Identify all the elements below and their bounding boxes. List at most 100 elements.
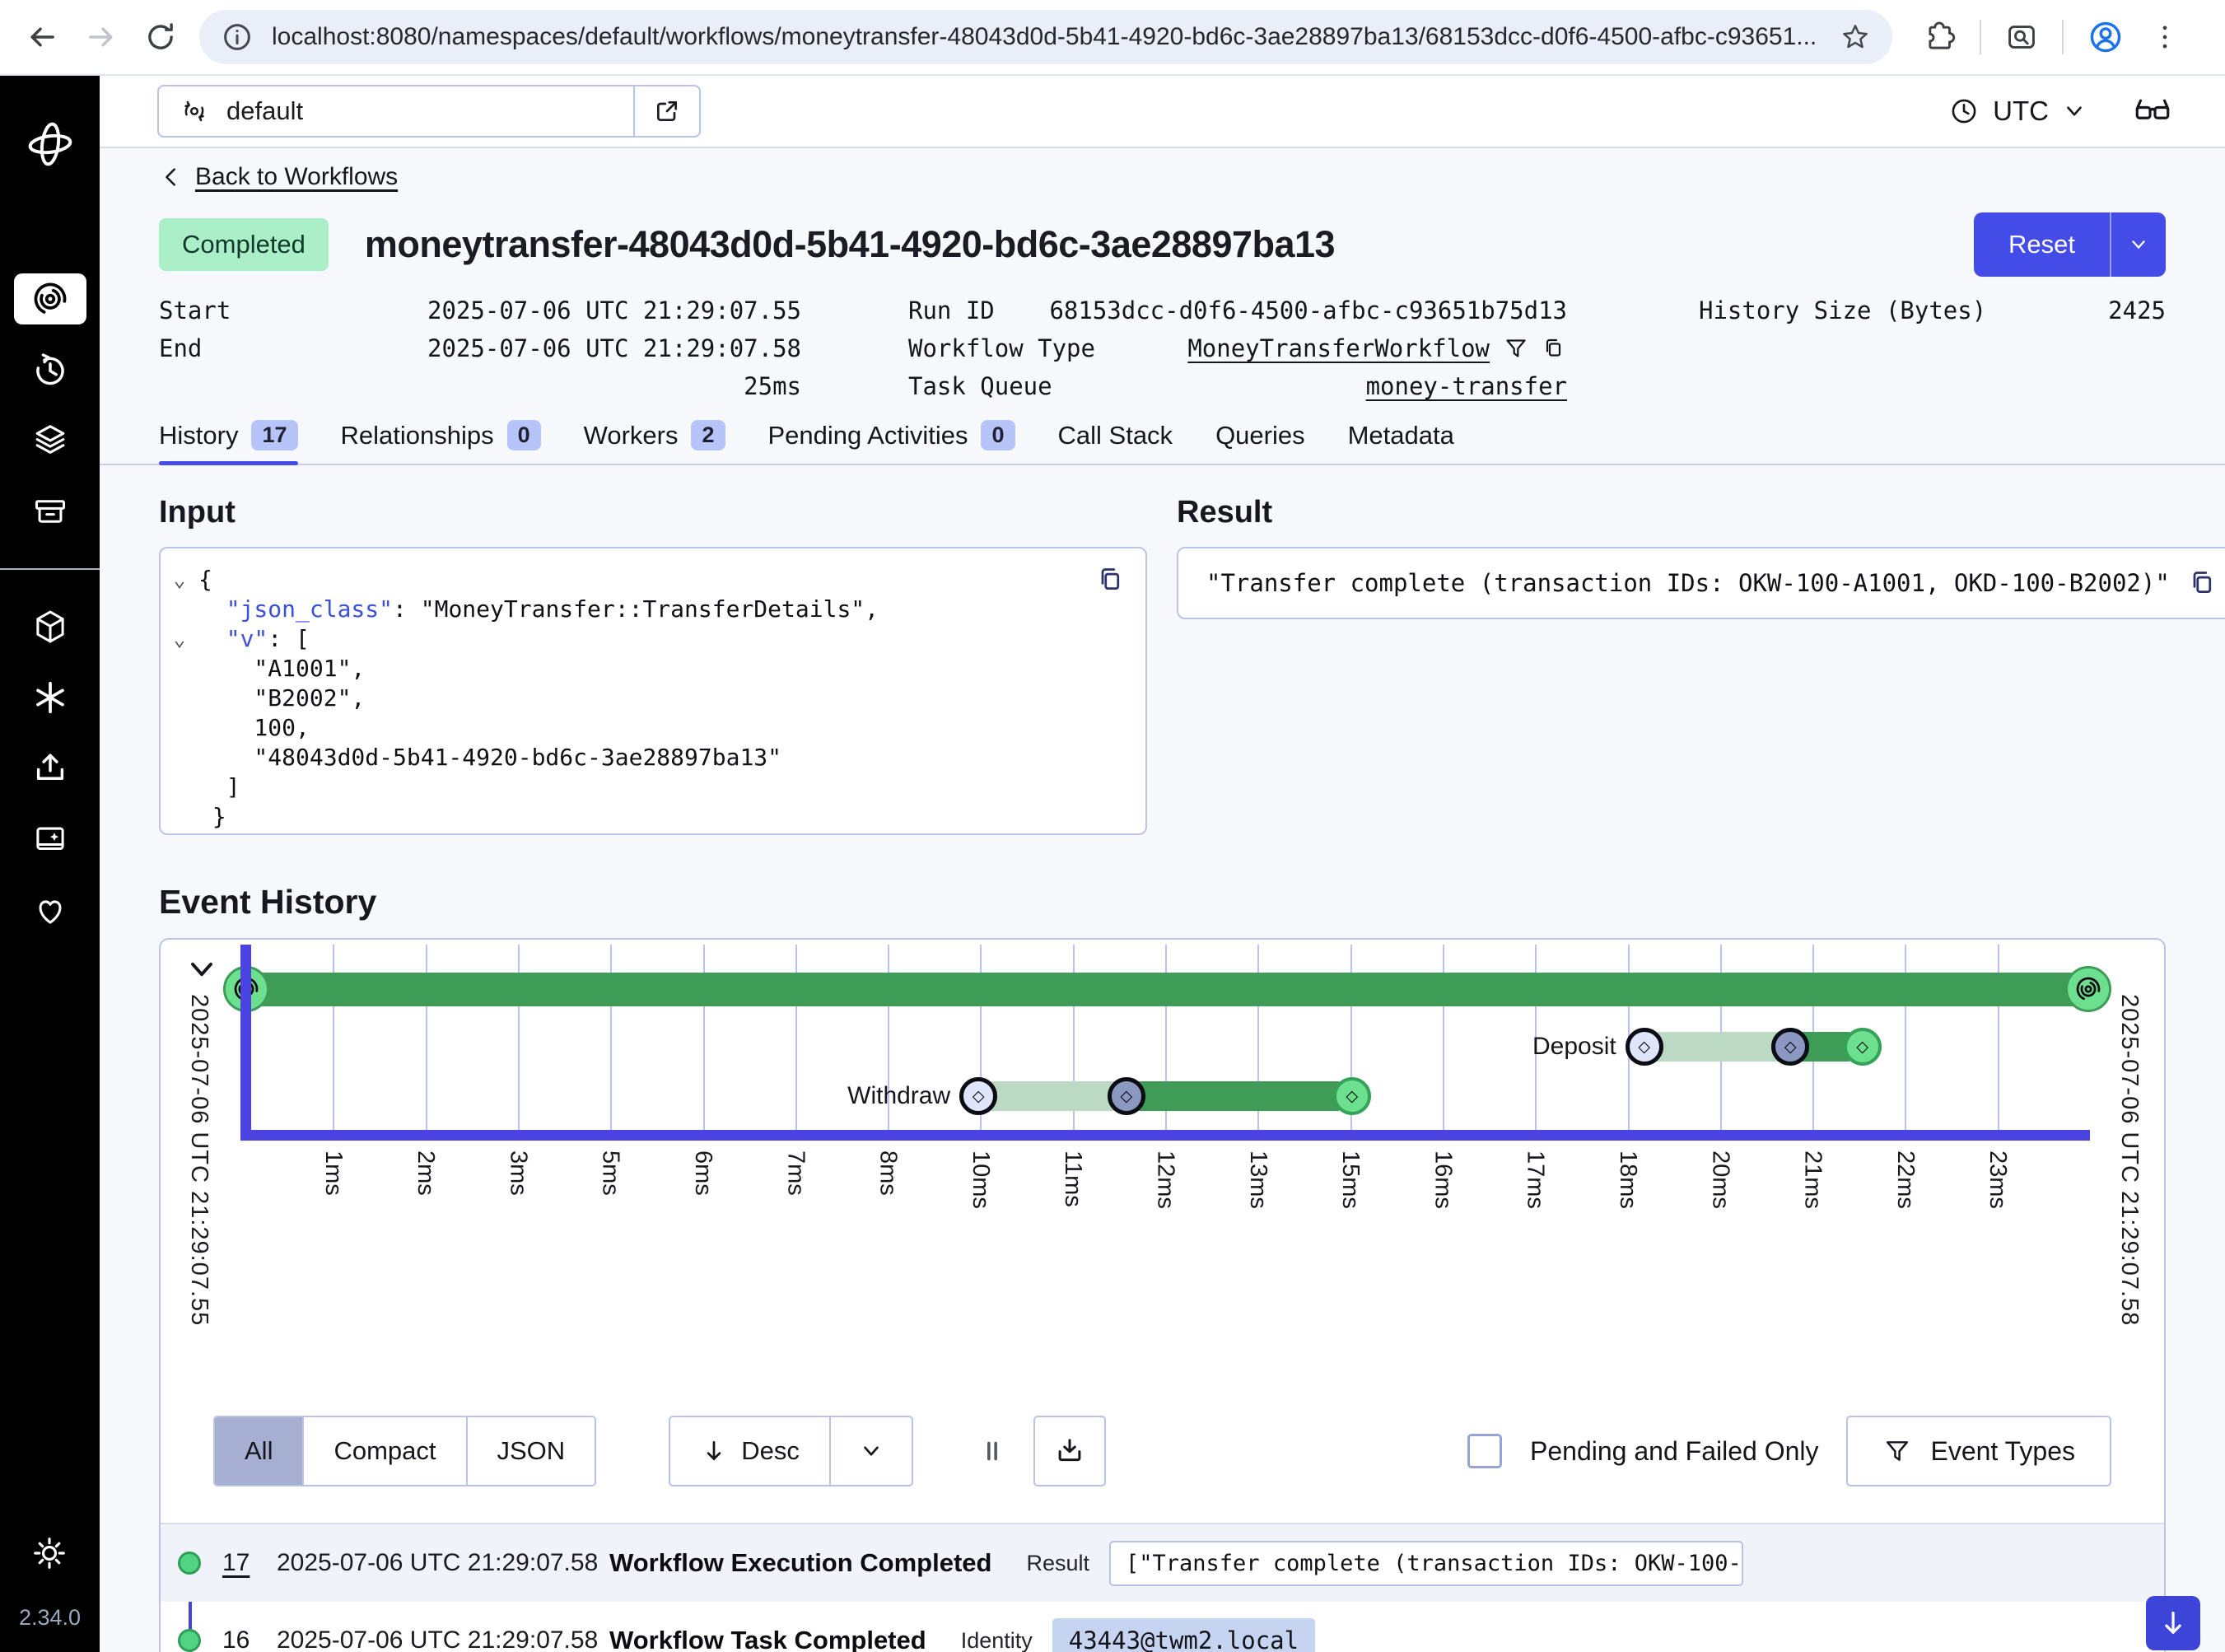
tab-workers[interactable]: Workers2	[584, 420, 725, 464]
sort-desc-button[interactable]: Desc	[670, 1417, 829, 1485]
view-mode-json[interactable]: JSON	[466, 1417, 595, 1485]
activity-started-marker[interactable]: ◇	[1108, 1077, 1145, 1115]
collapse-chevron[interactable]: ⌄	[161, 565, 198, 595]
browser-menu-icon[interactable]	[2148, 20, 2182, 54]
detail-value[interactable]: money-transfer	[1366, 372, 1567, 400]
sort-dropdown-chevron-icon[interactable]	[829, 1417, 912, 1485]
timeline-collapse-chevron-icon[interactable]	[184, 951, 220, 987]
view-mode-compact[interactable]: Compact	[302, 1417, 465, 1485]
sidebar-item-schedules[interactable]	[14, 344, 86, 395]
sidebar-item-import-export[interactable]	[14, 743, 86, 794]
workflow-end-marker[interactable]	[2065, 966, 2111, 1012]
tab-history[interactable]: History17	[159, 420, 298, 464]
app-version: 2.34.0	[19, 1605, 81, 1631]
pending-failed-only-checkbox[interactable]	[1467, 1434, 1502, 1468]
status-badge: Completed	[159, 218, 329, 271]
timeline-activity-label-withdraw: Withdraw	[847, 1082, 950, 1110]
browser-forward-icon[interactable]	[84, 20, 119, 54]
event-name: Workflow Execution Completed	[609, 1548, 991, 1578]
json-text: }	[198, 802, 226, 832]
event-types-filter-button[interactable]: Event Types	[1846, 1416, 2111, 1486]
tab-queries[interactable]: Queries	[1215, 420, 1305, 464]
tab-pending-activities[interactable]: Pending Activities0	[768, 420, 1015, 464]
reset-button[interactable]: Reset	[1974, 212, 2110, 277]
json-text: ]	[198, 772, 240, 802]
namespaces-icon	[31, 608, 69, 646]
workflow-execution-bar[interactable]	[245, 973, 2088, 1006]
pause-button[interactable]	[963, 1416, 1022, 1486]
tab-call-stack[interactable]: Call Stack	[1058, 420, 1173, 464]
docs-icon	[31, 820, 69, 858]
sidebar-item-feedback[interactable]	[14, 884, 86, 936]
tab-label: History	[159, 421, 238, 450]
namespace-selector[interactable]: default	[157, 85, 701, 138]
detail-label: History Size (Bytes)	[1699, 296, 1986, 324]
activity-scheduled-marker[interactable]: ◇	[1626, 1028, 1663, 1066]
sidebar-item-namespaces[interactable]	[14, 601, 86, 652]
activity-started-marker[interactable]: ◇	[1771, 1028, 1809, 1066]
activity-completed-marker[interactable]: ◇	[1333, 1077, 1371, 1115]
site-info-icon[interactable]	[221, 21, 254, 54]
reset-dropdown-chevron-icon[interactable]	[2111, 212, 2166, 277]
labs-glasses-icon[interactable]	[2133, 91, 2172, 131]
browser-back-icon[interactable]	[25, 20, 59, 54]
temporal-logo-icon[interactable]	[26, 120, 74, 168]
browser-address-bar[interactable]: localhost:8080/namespaces/default/workfl…	[199, 10, 1892, 64]
bookmark-star-icon[interactable]	[1840, 21, 1871, 53]
browser-nav-controls	[25, 20, 178, 54]
details-col3: History Size (Bytes)2425	[1699, 292, 2166, 405]
top-bar-right: UTC	[1948, 91, 2172, 131]
timezone-selector[interactable]: UTC	[1948, 96, 2087, 127]
timeline-tick-label: 1ms	[320, 1150, 347, 1196]
copy-icon[interactable]	[2186, 567, 2219, 600]
profile-avatar-icon[interactable]	[2087, 18, 2125, 56]
theme-toggle-sun-icon[interactable]	[30, 1534, 68, 1572]
sidebar-item-workflows[interactable]	[14, 273, 86, 324]
browser-chrome: localhost:8080/namespaces/default/workfl…	[0, 0, 2225, 76]
event-row[interactable]: 172025-07-06 UTC 21:29:07.58Workflow Exe…	[161, 1524, 2164, 1602]
sidebar-item-batch-operations[interactable]	[14, 415, 86, 466]
sidebar-item-archive[interactable]	[14, 486, 86, 537]
input-heading: Input	[159, 495, 1147, 530]
event-row[interactable]: 162025-07-06 UTC 21:29:07.58Workflow Tas…	[161, 1602, 2164, 1652]
copy-icon[interactable]	[1541, 335, 1567, 362]
top-bar: default UTC	[100, 76, 2225, 148]
chevron-down-icon	[2062, 99, 2087, 124]
event-history-card: 2025-07-06 UTC 21:29:07.55 2025-07-06 UT…	[159, 938, 2166, 1652]
tab-relationships[interactable]: Relationships0	[341, 420, 541, 464]
extensions-icon[interactable]	[1922, 20, 1957, 54]
main-area: default UTC B	[100, 76, 2225, 1652]
json-text: 100,	[198, 713, 310, 743]
tab-search-icon[interactable]	[2004, 20, 2039, 54]
activity-pending-segment[interactable]	[978, 1081, 1126, 1111]
collapse-chevron[interactable]: ⌄	[161, 624, 198, 654]
event-id-link[interactable]: 17	[222, 1549, 277, 1577]
back-to-workflows-link[interactable]: Back to Workflows	[159, 163, 398, 191]
schedules-icon	[31, 351, 69, 389]
activity-scheduled-marker[interactable]: ◇	[959, 1077, 997, 1115]
detail-row: 25ms	[159, 367, 801, 405]
detail-icons	[1503, 335, 1567, 362]
event-detail-label: Identity	[961, 1628, 1033, 1652]
activity-pending-segment[interactable]	[1644, 1032, 1790, 1062]
sidebar-item-nexus[interactable]	[14, 672, 86, 723]
activity-active-segment[interactable]	[1126, 1081, 1352, 1111]
json-text: {	[198, 565, 212, 595]
tab-metadata[interactable]: Metadata	[1348, 420, 1454, 464]
browser-reload-icon[interactable]	[143, 20, 178, 54]
namespace-external-link-icon[interactable]	[633, 86, 699, 136]
filter-icon[interactable]	[1503, 335, 1529, 362]
sidebar-item-docs[interactable]	[14, 814, 86, 865]
event-detail-value: ["Transfer complete (transaction IDs: OK…	[1109, 1541, 1743, 1586]
download-history-button[interactable]	[1033, 1416, 1106, 1486]
event-id-link[interactable]: 16	[222, 1626, 277, 1652]
namespace-selector-main[interactable]: default	[159, 86, 633, 136]
view-mode-all[interactable]: All	[215, 1417, 302, 1485]
activity-completed-marker[interactable]: ◇	[1844, 1028, 1882, 1066]
back-link-label: Back to Workflows	[195, 163, 398, 191]
detail-value[interactable]: MoneyTransferWorkflow	[1187, 334, 1490, 362]
timeline-tick-label: 7ms	[781, 1150, 809, 1196]
event-status-dot-icon	[178, 1552, 201, 1575]
copy-icon[interactable]	[1094, 563, 1127, 596]
scroll-to-bottom-button[interactable]	[2146, 1596, 2200, 1650]
